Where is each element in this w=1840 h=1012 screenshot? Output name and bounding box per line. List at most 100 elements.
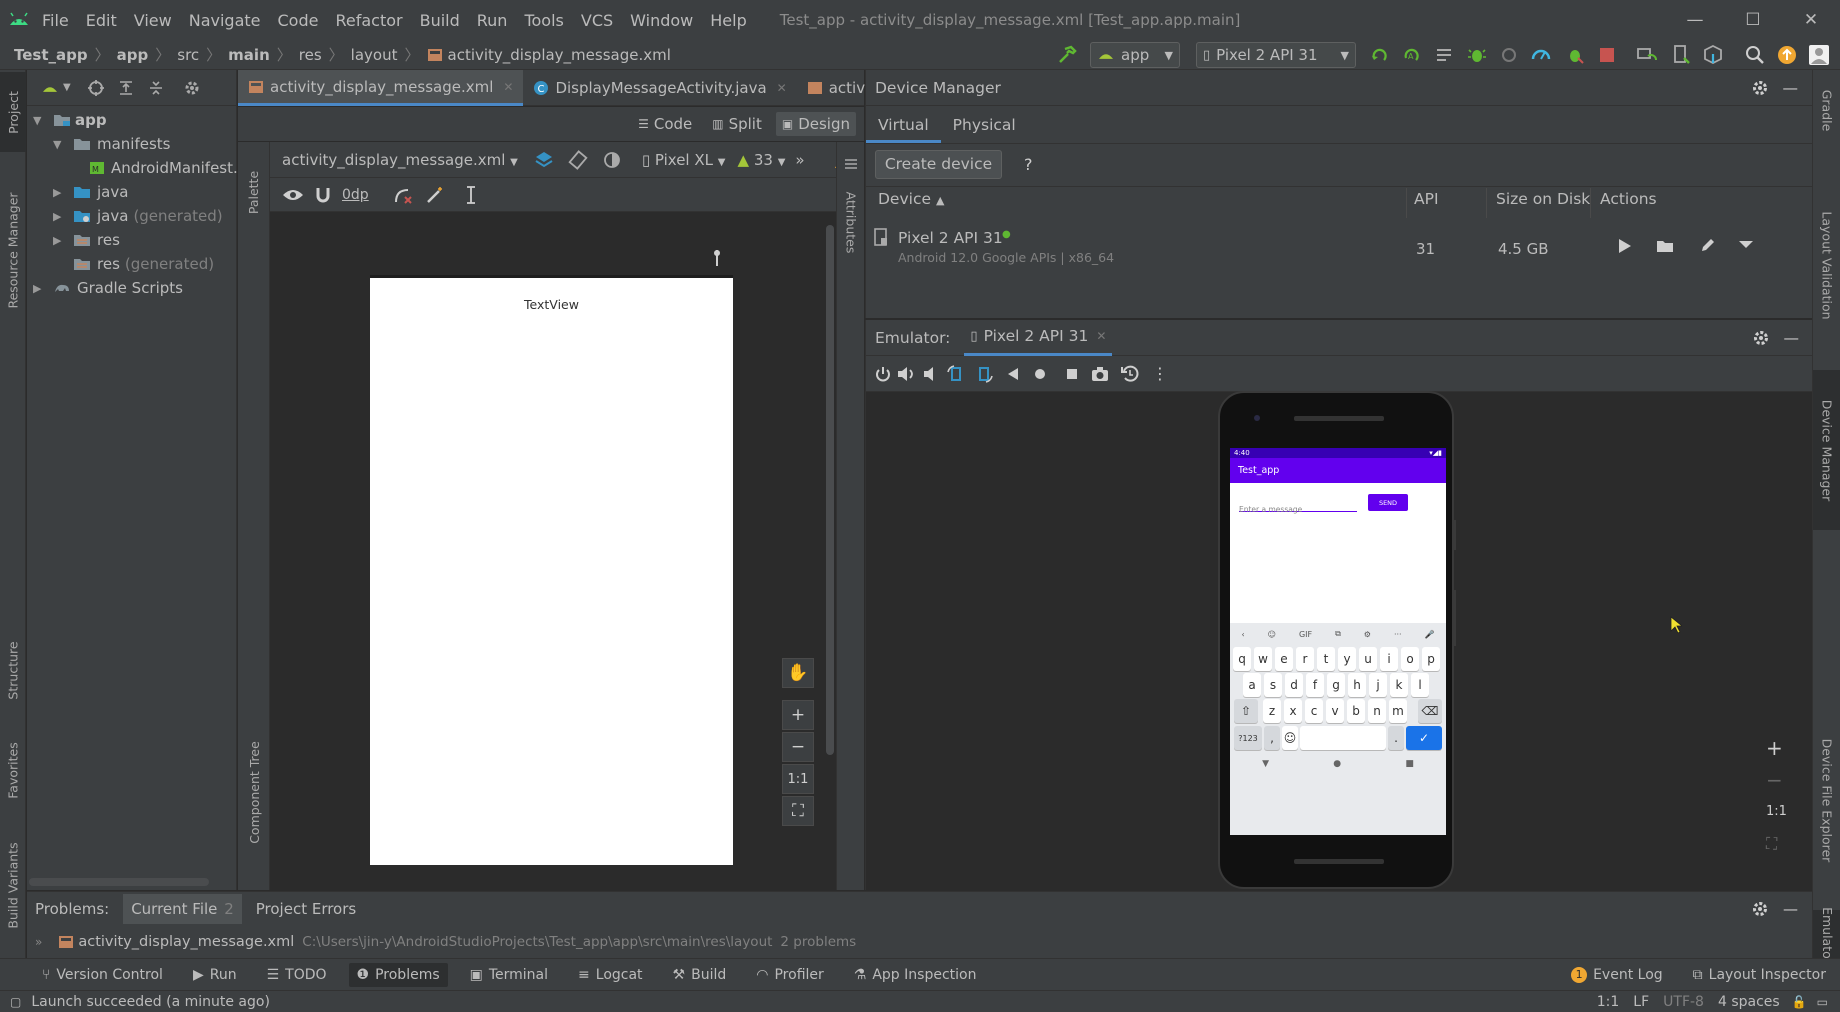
kb-settings-icon[interactable]: ⚙ xyxy=(1364,630,1371,639)
nav-back-icon[interactable]: ▼ xyxy=(1262,759,1269,769)
device-manager-tool-tab[interactable]: Device Manager xyxy=(1813,370,1840,530)
component-tree-tab[interactable]: Component Tree xyxy=(238,712,270,872)
column-size[interactable]: Size on Disk xyxy=(1496,190,1590,208)
project-tool-tab[interactable]: Project xyxy=(0,72,26,152)
nav-recents-icon[interactable]: ■ xyxy=(1405,759,1414,769)
emulator-zoom-fit-icon[interactable]: ⛶ xyxy=(1766,834,1777,854)
design-surface-icon[interactable] xyxy=(534,150,554,170)
column-actions[interactable]: Actions xyxy=(1600,190,1657,208)
file-encoding[interactable]: UTF-8 xyxy=(1663,994,1704,1010)
key-b[interactable]: b xyxy=(1347,699,1365,723)
menu-edit[interactable]: Edit xyxy=(86,11,117,30)
split-mode-button[interactable]: ▥ Split xyxy=(706,112,768,136)
device-for-preview-selector[interactable]: ▯ Pixel XL ▼ xyxy=(642,151,726,169)
breadcrumb-project[interactable]: Test_app xyxy=(14,46,88,64)
close-emulator-tab-icon[interactable]: ✕ xyxy=(1096,329,1106,343)
create-device-button[interactable]: Create device xyxy=(875,149,1002,179)
attach-debugger-icon[interactable] xyxy=(1564,44,1586,66)
favorites-tool-tab[interactable]: Favorites xyxy=(0,725,26,815)
autoconnect-magnet-icon[interactable] xyxy=(314,186,332,204)
device-file-explorer-tool-tab[interactable]: Device File Explorer xyxy=(1813,700,1840,900)
key-j[interactable]: j xyxy=(1369,673,1387,697)
zoom-out-button[interactable]: − xyxy=(782,732,814,762)
view-dropdown-icon[interactable]: ▼ xyxy=(63,82,71,93)
avd-manager-icon[interactable] xyxy=(1670,44,1692,66)
menu-view[interactable]: View xyxy=(134,11,172,30)
close-window-button[interactable]: ✕ xyxy=(1782,0,1840,40)
breadcrumb-src[interactable]: src xyxy=(177,46,199,64)
view-options-eye-icon[interactable] xyxy=(282,187,304,203)
event-log-tool-button[interactable]: 1 Event Log xyxy=(1563,963,1671,987)
emulator-zoom-in-icon[interactable]: + xyxy=(1766,736,1783,760)
home-circle-icon[interactable] xyxy=(1032,366,1048,382)
key-v[interactable]: v xyxy=(1326,699,1344,723)
menu-refactor[interactable]: Refactor xyxy=(335,11,402,30)
tree-item-gradle-scripts[interactable]: ▶ Gradle Scripts xyxy=(33,276,183,300)
problems-hide-icon[interactable]: — xyxy=(1783,900,1798,918)
column-api[interactable]: API xyxy=(1414,190,1439,208)
device-manager-hide-icon[interactable]: — xyxy=(1783,79,1799,97)
menu-tools[interactable]: Tools xyxy=(524,11,563,30)
key-s[interactable]: s xyxy=(1264,673,1282,697)
key-g[interactable]: g xyxy=(1327,673,1345,697)
symbols-key[interactable]: ?123 xyxy=(1234,726,1262,750)
period-key[interactable]: . xyxy=(1388,726,1404,750)
problems-file-row[interactable]: » activity_display_message.xml C:\Users\… xyxy=(27,926,1812,958)
horizontal-scrollbar[interactable] xyxy=(29,878,209,886)
space-key[interactable] xyxy=(1300,726,1386,750)
toggle-tool-windows-icon[interactable]: ▢ xyxy=(10,995,21,1009)
menu-file[interactable]: File xyxy=(42,11,69,30)
overview-square-icon[interactable] xyxy=(1064,366,1080,382)
device-mirroring-icon[interactable] xyxy=(1636,44,1658,66)
device-selector[interactable]: ▯ Pixel 2 API 31 ▼ xyxy=(1196,42,1356,68)
resource-manager-tool-tab[interactable]: Resource Manager xyxy=(0,170,26,330)
kb-sticker-icon[interactable]: ☺ xyxy=(1268,630,1276,639)
device-row[interactable]: Pixel 2 API 31 ● Android 12.0 Google API… xyxy=(866,220,1812,272)
pan-hand-button[interactable]: ✋ xyxy=(782,658,814,688)
line-separator[interactable]: LF xyxy=(1633,994,1649,1010)
tree-item-res-generated[interactable]: res (generated) xyxy=(67,252,214,276)
sync-logs-icon[interactable] xyxy=(1434,44,1456,66)
tree-item-manifests[interactable]: ▼ manifests xyxy=(53,132,171,156)
breadcrumb-file[interactable]: activity_display_message.xml xyxy=(448,46,671,64)
breadcrumb-app[interactable]: app xyxy=(117,46,149,64)
minimize-button[interactable]: — xyxy=(1666,0,1724,40)
help-button[interactable]: ? xyxy=(1024,155,1033,174)
comma-key[interactable]: , xyxy=(1264,726,1280,750)
collapse-all-icon[interactable] xyxy=(147,79,165,97)
pan-tool-icon[interactable] xyxy=(710,248,724,268)
logcat-tool-button[interactable]: ≡ Logcat xyxy=(570,963,651,987)
apply-code-changes-icon[interactable]: A xyxy=(1400,44,1422,66)
apply-changes-restart-icon[interactable] xyxy=(1368,44,1390,66)
close-tab-icon[interactable]: ✕ xyxy=(777,81,787,95)
expand-arrow[interactable]: ▶ xyxy=(53,210,67,223)
more-options-icon[interactable]: » xyxy=(795,151,804,169)
tab-display-message-activity-java[interactable]: C DisplayMessageActivity.java ✕ xyxy=(523,70,796,106)
key-c[interactable]: c xyxy=(1305,699,1323,723)
show-on-disk-folder-icon[interactable] xyxy=(1656,238,1674,254)
tab-project-errors[interactable]: Project Errors xyxy=(256,900,356,918)
layout-file-selector[interactable]: activity_display_message.xml ▼ xyxy=(282,151,518,169)
memory-indicator-icon[interactable]: ▭ xyxy=(1817,995,1828,1009)
key-m[interactable]: m xyxy=(1389,699,1407,723)
key-y[interactable]: y xyxy=(1338,647,1356,671)
key-i[interactable]: i xyxy=(1380,647,1398,671)
expand-arrow[interactable]: ▶ xyxy=(33,282,47,295)
tree-item-java[interactable]: ▶ java xyxy=(53,180,128,204)
device-manager-settings-icon[interactable] xyxy=(1751,79,1769,97)
emulator-tab[interactable]: ▯ Pixel 2 API 31 ✕ xyxy=(964,320,1113,356)
orientation-icon[interactable] xyxy=(568,149,588,170)
structure-tool-tab[interactable]: Structure xyxy=(0,630,26,710)
design-mode-button[interactable]: ▣ Design xyxy=(775,112,856,136)
key-k[interactable]: k xyxy=(1390,673,1408,697)
key-p[interactable]: p xyxy=(1422,647,1440,671)
run-tool-button[interactable]: ▶ Run xyxy=(185,963,245,987)
key-q[interactable]: q xyxy=(1233,647,1251,671)
tab-physical[interactable]: Physical xyxy=(941,116,1028,143)
back-triangle-icon[interactable] xyxy=(1006,366,1020,382)
indent-setting[interactable]: 4 spaces xyxy=(1718,994,1780,1010)
close-tab-icon[interactable]: ✕ xyxy=(503,80,513,94)
expand-arrow[interactable]: ▶ xyxy=(53,234,67,247)
backspace-key[interactable]: ⌫ xyxy=(1418,699,1442,723)
message-input[interactable]: Enter a message xyxy=(1239,498,1357,514)
